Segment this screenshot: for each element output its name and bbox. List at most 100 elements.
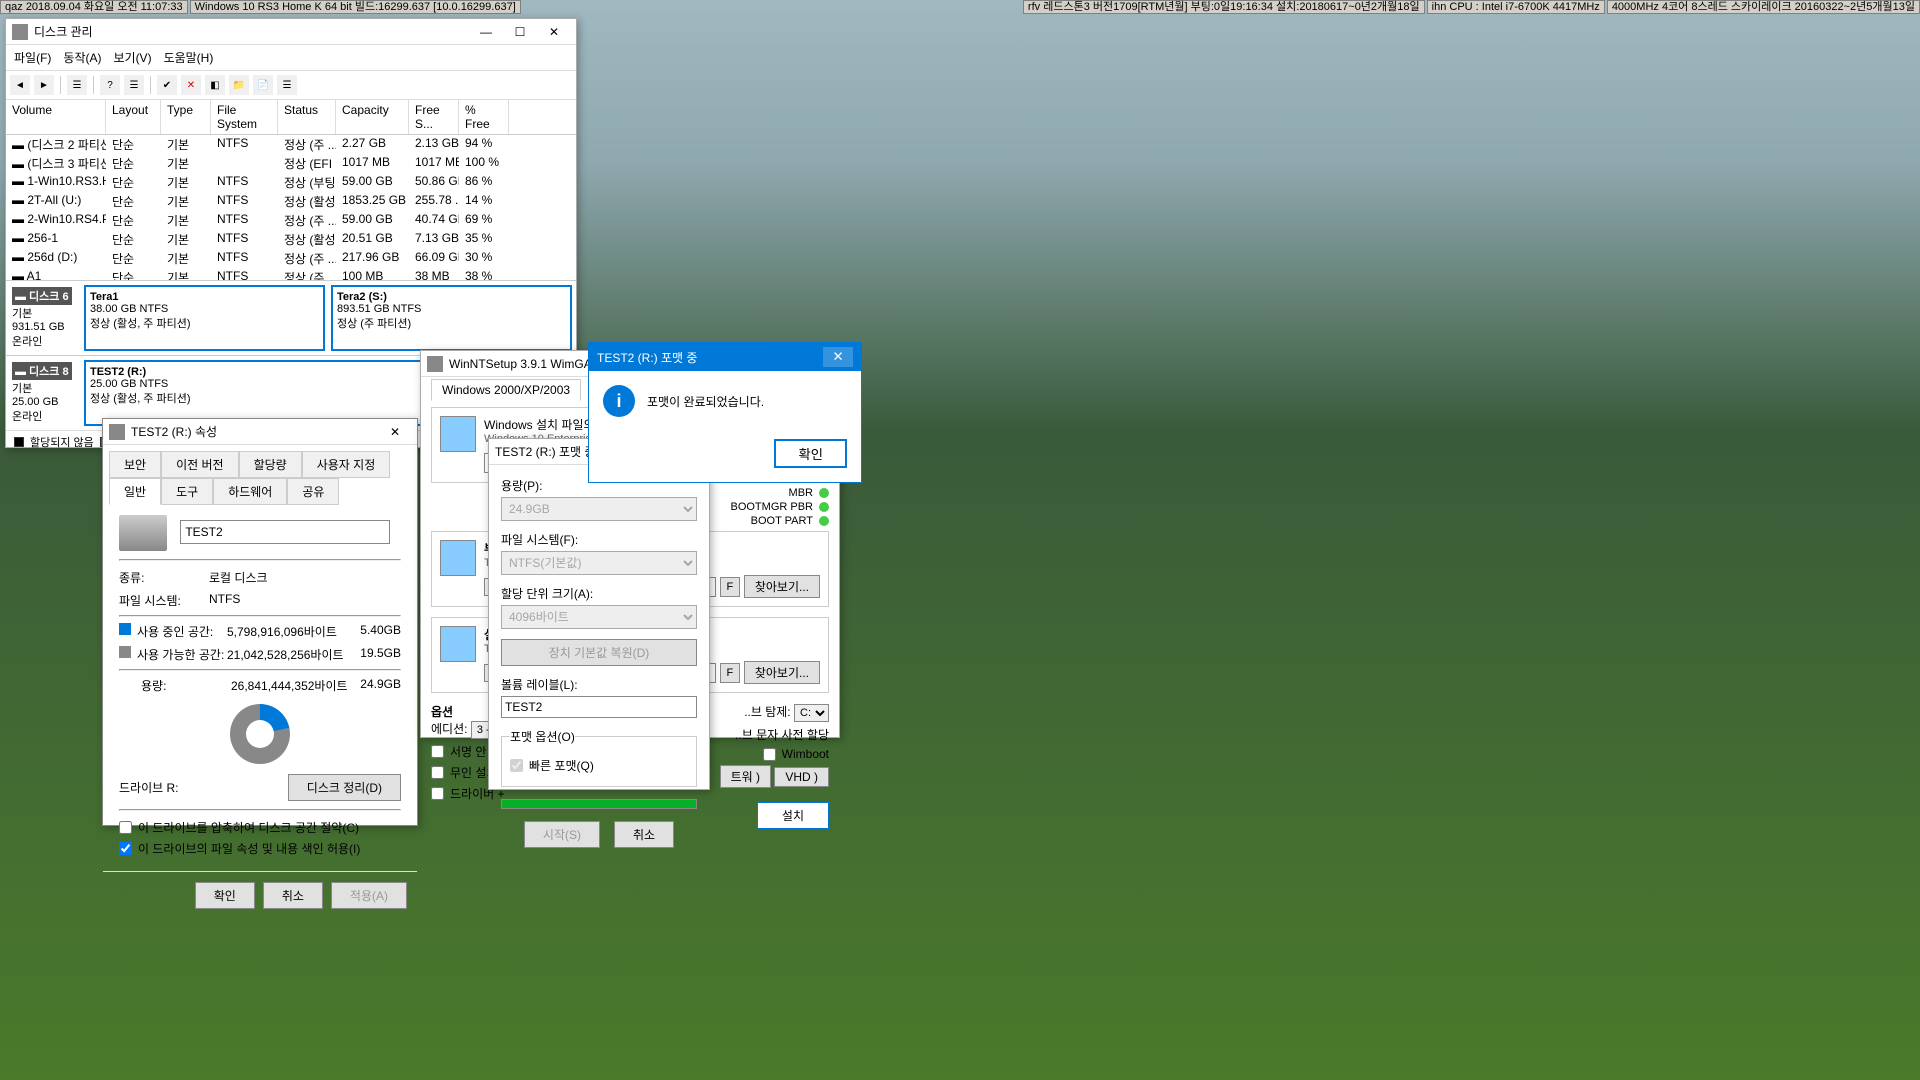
compress-checkbox[interactable] — [119, 821, 132, 834]
partition[interactable]: Tera2 (S:)893.51 GB NTFS정상 (주 파티션) — [331, 285, 572, 351]
volume-list[interactable]: Volume Layout Type File System Status Ca… — [6, 100, 576, 280]
disc-icon — [440, 416, 476, 452]
usage-donut — [230, 704, 290, 764]
toolbar-button[interactable]: ☰ — [67, 75, 87, 95]
close-format-button[interactable]: 취소 — [614, 821, 674, 848]
driver-checkbox[interactable] — [431, 787, 444, 800]
window-title: TEST2 (R:) 포맷 중 — [597, 349, 697, 366]
tab-quota[interactable]: 할당량 — [239, 451, 302, 478]
properties-dialog: TEST2 (R:) 속성 ✕ 보안 이전 버전 할당량 사용자 지정 일반 도… — [102, 418, 418, 826]
partition[interactable]: Tera138.00 GB NTFS정상 (활성, 주 파티션) — [84, 285, 325, 351]
close-button[interactable]: ✕ — [823, 347, 853, 367]
restore-defaults-button: 장치 기본값 복원(D) — [501, 639, 697, 666]
browse-button[interactable]: 찾아보기... — [744, 575, 820, 598]
message-text: 포맷이 완료되었습니다. — [647, 393, 764, 410]
tab-security[interactable]: 보안 — [109, 451, 161, 478]
quick-format-checkbox — [510, 759, 523, 772]
status-dot — [819, 488, 829, 498]
status-item: rfv 레드스톤3 버전1709[RTM년월] 부팅:0일19:16:34 설치… — [1023, 0, 1425, 14]
table-row[interactable]: ▬ 2T-All (U:)단순기본NTFS정상 (활성...1853.25 GB… — [6, 192, 576, 211]
table-row[interactable]: ▬ (디스크 3 파티션 1)단순기본정상 (EFI ...1017 MB101… — [6, 154, 576, 173]
toolbar-button[interactable]: 📄 — [253, 75, 273, 95]
toolbar-button[interactable]: ☰ — [277, 75, 297, 95]
vhd-button[interactable]: VHD ) — [774, 767, 829, 787]
format-button[interactable]: F — [720, 577, 740, 597]
wimboot-checkbox[interactable] — [763, 748, 776, 761]
tab-row: 보안 이전 버전 할당량 사용자 지정 — [103, 445, 417, 478]
title-bar[interactable]: TEST2 (R:) 속성 ✕ — [103, 419, 417, 445]
app-icon — [12, 24, 28, 40]
minimize-button[interactable]: — — [470, 21, 502, 43]
tab-previous[interactable]: 이전 버전 — [161, 451, 239, 478]
status-dot — [819, 502, 829, 512]
free-swatch — [119, 646, 131, 658]
disk-pane: ▬ 디스크 6기본931.51 GB온라인Tera138.00 GB NTFS정… — [6, 280, 576, 355]
unsigned-checkbox[interactable] — [431, 745, 444, 758]
browse-button[interactable]: 찾아보기... — [744, 661, 820, 684]
unattend-checkbox[interactable] — [431, 766, 444, 779]
format-dialog: TEST2 (R:) 포맷 중 ✕ 용량(P):24.9GB 파일 시스템(F)… — [488, 438, 710, 790]
used-swatch — [119, 623, 131, 635]
table-row[interactable]: ▬ 2-Win10.RS4.PR...단순기본NTFS정상 (주 ...59.0… — [6, 211, 576, 230]
tab-row: 일반 도구 하드웨어 공유 — [103, 478, 417, 505]
status-item: qaz 2018.09.04 화요일 오전 11:07:33 — [0, 0, 188, 14]
network-button[interactable]: 트워 ) — [720, 765, 771, 788]
drive-icon — [440, 540, 476, 576]
status-item: ihn CPU : Intel i7-6700K 4417MHz — [1427, 0, 1605, 14]
delete-icon[interactable]: ✕ — [181, 75, 201, 95]
format-progress — [501, 799, 697, 809]
title-bar[interactable]: TEST2 (R:) 포맷 중 ✕ — [589, 343, 861, 371]
close-button[interactable]: ✕ — [379, 421, 411, 443]
disk-cleanup-button[interactable]: 디스크 정리(D) — [288, 774, 401, 801]
close-button[interactable]: ✕ — [538, 21, 570, 43]
drive-detect-select[interactable]: C: — [794, 704, 829, 722]
toolbar-button[interactable]: ☰ — [124, 75, 144, 95]
ok-button[interactable]: 확인 — [774, 439, 847, 468]
title-bar[interactable]: 디스크 관리 — ☐ ✕ — [6, 19, 576, 45]
table-row[interactable]: ▬ (디스크 2 파티션 3)단순기본NTFS정상 (주 ...2.27 GB2… — [6, 135, 576, 154]
alloc-select: 4096바이트 — [501, 605, 697, 629]
status-item: Windows 10 RS3 Home K 64 bit 빌드:16299.63… — [190, 0, 521, 14]
help-icon[interactable]: ? — [100, 75, 120, 95]
forward-button[interactable]: ► — [34, 75, 54, 95]
format-complete-msgbox: TEST2 (R:) 포맷 중 ✕ i 포맷이 완료되었습니다. 확인 — [588, 342, 862, 483]
info-icon: i — [603, 385, 635, 417]
tab-winxp[interactable]: Windows 2000/XP/2003 — [431, 379, 581, 401]
table-row[interactable]: ▬ A1단순기본NTFS정상 (주 ...100 MB38 MB38 % — [6, 268, 576, 280]
maximize-button[interactable]: ☐ — [504, 21, 536, 43]
app-icon — [427, 356, 443, 372]
window-title: TEST2 (R:) 속성 — [131, 423, 373, 440]
toolbar: ◄ ► ☰ ? ☰ ✔ ✕ ◧ 📁 📄 ☰ — [6, 71, 576, 100]
menu-action[interactable]: 동작(A) — [63, 49, 101, 66]
table-row[interactable]: ▬ 256d (D:)단순기본NTFS정상 (주 ...217.96 GB66.… — [6, 249, 576, 268]
toolbar-button[interactable]: ◧ — [205, 75, 225, 95]
tab-tools[interactable]: 도구 — [161, 478, 213, 505]
desktop-status-bar: qaz 2018.09.04 화요일 오전 11:07:33 Windows 1… — [0, 0, 1920, 14]
tab-sharing[interactable]: 공유 — [287, 478, 339, 505]
drive-icon — [440, 626, 476, 662]
ok-button[interactable]: 확인 — [195, 882, 255, 909]
table-row[interactable]: ▬ 1-Win10.RS3.Ho...단순기본NTFS정상 (부팅...59.0… — [6, 173, 576, 192]
volume-label-input[interactable] — [501, 696, 697, 718]
options-label: 옵션 — [431, 705, 453, 719]
back-button[interactable]: ◄ — [10, 75, 30, 95]
install-button[interactable]: 설치 — [757, 802, 829, 829]
window-title: 디스크 관리 — [34, 23, 464, 40]
table-header[interactable]: Volume Layout Type File System Status Ca… — [6, 100, 576, 135]
tab-custom[interactable]: 사용자 지정 — [302, 451, 391, 478]
format-button[interactable]: F — [720, 663, 740, 683]
legend-label: 할당되지 않음 — [30, 434, 94, 450]
menu-view[interactable]: 보기(V) — [113, 49, 151, 66]
table-row[interactable]: ▬ 256-1단순기본NTFS정상 (활성...20.51 GB7.13 GB3… — [6, 230, 576, 249]
cancel-button[interactable]: 취소 — [263, 882, 323, 909]
apply-button[interactable]: 적용(A) — [331, 882, 407, 909]
index-checkbox[interactable] — [119, 842, 132, 855]
menu-file[interactable]: 파일(F) — [14, 49, 51, 66]
drive-letter-label: 드라이브 R: — [119, 779, 179, 796]
tab-general[interactable]: 일반 — [109, 478, 161, 505]
drive-name-input[interactable] — [180, 520, 390, 544]
toolbar-button[interactable]: 📁 — [229, 75, 249, 95]
menu-help[interactable]: 도움말(H) — [164, 49, 214, 66]
tab-hardware[interactable]: 하드웨어 — [213, 478, 287, 505]
toolbar-button[interactable]: ✔ — [157, 75, 177, 95]
